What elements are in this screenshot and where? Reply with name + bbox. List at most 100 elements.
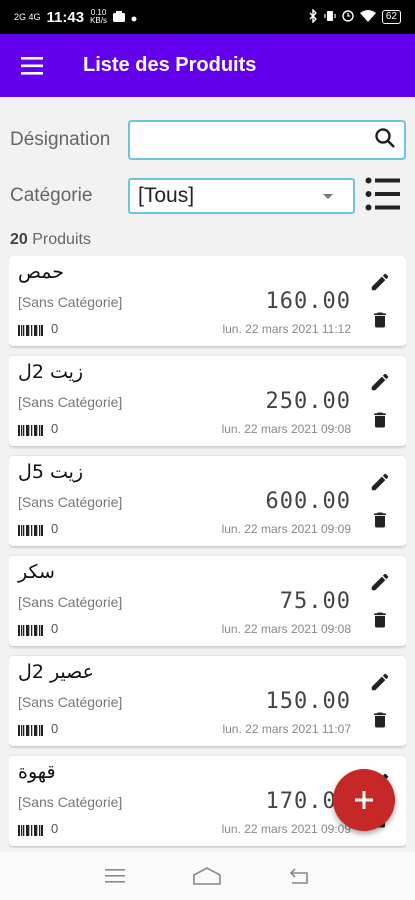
product-list[interactable]: حمص [Sans Catégorie] 160.00 0 lun. 22 mars 2… [9, 256, 406, 848]
barcode-count: 0 [51, 521, 59, 536]
barcode-indicator [18, 723, 43, 736]
product-card[interactable]: حمص [Sans Catégorie] 160.00 0 lun. 22 mars 2… [9, 256, 406, 346]
product-price: 600.00 [265, 489, 351, 514]
list-view-icon [365, 177, 400, 211]
barcode-indicator [18, 523, 43, 536]
product-category: [Sans Catégorie] [18, 594, 123, 610]
delete-button[interactable] [366, 706, 394, 734]
nav-recents-button[interactable] [101, 861, 131, 891]
barcode-count: 0 [51, 421, 59, 436]
wifi-icon [359, 9, 376, 25]
vibrate-icon [324, 10, 336, 25]
edit-button[interactable] [366, 568, 394, 596]
product-count: 20 Produits [10, 231, 91, 249]
barcode-count: 0 [51, 621, 59, 636]
delete-button[interactable] [366, 506, 394, 534]
barcode-count: 0 [51, 721, 59, 736]
product-card[interactable]: زيت 5ل [Sans Catégorie] 600.00 0 lun. 22 mar… [9, 456, 406, 546]
battery-indicator: 62 [381, 10, 401, 24]
edit-button[interactable] [366, 468, 394, 496]
nav-back-button[interactable] [284, 861, 314, 891]
barcode-icon [18, 825, 43, 836]
app-bar: Liste des Produits [0, 34, 415, 97]
product-card[interactable]: سكر [Sans Catégorie] 75.00 0 lun. 22 mars 20… [9, 556, 406, 646]
net-speed-unit: KB/s [90, 16, 107, 25]
product-price: 150.00 [265, 689, 351, 714]
barcode-indicator [18, 823, 43, 836]
product-date: lun. 22 mars 2021 09:08 [221, 422, 351, 436]
trash-icon [374, 512, 386, 528]
pencil-icon [371, 373, 389, 391]
product-price: 250.00 [265, 389, 351, 414]
barcode-indicator [18, 623, 43, 636]
edit-button[interactable] [366, 368, 394, 396]
hamburger-menu-icon [21, 56, 43, 75]
add-product-button[interactable] [333, 769, 395, 831]
product-price: 160.00 [265, 289, 351, 314]
product-name: حمص [18, 261, 65, 283]
barcode-icon [18, 525, 43, 536]
list-view-button[interactable] [364, 176, 404, 216]
product-category: [Sans Catégorie] [18, 694, 123, 710]
alarm-icon [342, 9, 354, 25]
product-name: قهوة [18, 761, 56, 783]
barcode-count: 0 [51, 321, 59, 336]
product-name: سكر [18, 561, 55, 583]
notification-icon [112, 10, 125, 25]
category-label: Catégorie [10, 185, 93, 206]
product-category: [Sans Catégorie] [18, 794, 123, 810]
bluetooth-icon [309, 7, 318, 26]
barcode-indicator [18, 323, 43, 336]
product-date: lun. 22 mars 2021 11:12 [222, 322, 351, 336]
product-name: زيت 2ل [18, 361, 84, 383]
barcode-icon [18, 725, 43, 736]
barcode-count: 0 [51, 821, 59, 836]
system-nav-bar [0, 852, 415, 900]
page-title: Liste des Produits [83, 54, 257, 76]
delete-button[interactable] [366, 606, 394, 634]
product-card[interactable]: زيت 2ل [Sans Catégorie] 250.00 0 lun. 22 mar… [9, 356, 406, 446]
pencil-icon [371, 573, 389, 591]
category-selected-value: [Tous] [138, 184, 195, 207]
product-date: lun. 22 mars 2021 11:07 [222, 722, 351, 736]
home-icon [193, 867, 222, 885]
trash-icon [374, 712, 386, 728]
pencil-icon [371, 273, 389, 291]
back-icon [290, 868, 308, 884]
product-card[interactable]: عصير 2ل [Sans Catégorie] 150.00 0 lun. 22 ma… [9, 656, 406, 746]
product-category: [Sans Catégorie] [18, 294, 123, 310]
delete-button[interactable] [366, 406, 394, 434]
search-icon[interactable] [374, 127, 396, 154]
designation-label: Désignation [10, 129, 111, 150]
trash-icon [374, 312, 386, 328]
dot-icon [131, 10, 137, 25]
barcode-icon [18, 625, 43, 636]
pencil-icon [371, 673, 389, 691]
product-name: عصير 2ل [18, 661, 94, 683]
barcode-icon [18, 425, 43, 436]
trash-icon [374, 412, 386, 428]
menu-button[interactable] [0, 34, 66, 97]
product-category: [Sans Catégorie] [18, 394, 123, 410]
signal-indicator: 2G 4G [14, 11, 41, 22]
product-category: [Sans Catégorie] [18, 494, 123, 510]
product-price: 75.00 [279, 589, 351, 614]
chevron-down-icon [323, 194, 333, 199]
pencil-icon [371, 473, 389, 491]
product-date: lun. 22 mars 2021 09:08 [221, 622, 351, 636]
status-bar: 2G 4G 11:43 0.10 KB/s 62 [0, 0, 415, 34]
barcode-indicator [18, 423, 43, 436]
recents-icon [104, 869, 125, 883]
product-date: lun. 22 mars 2021 09:09 [221, 522, 351, 536]
trash-icon [374, 612, 386, 628]
nav-home-button[interactable] [192, 861, 222, 891]
category-select[interactable]: [Tous] [128, 178, 355, 214]
edit-button[interactable] [366, 268, 394, 296]
product-count-label: Produits [32, 231, 91, 248]
edit-button[interactable] [366, 668, 394, 696]
product-date: lun. 22 mars 2021 09:09 [221, 822, 351, 836]
delete-button[interactable] [366, 306, 394, 334]
barcode-icon [18, 325, 43, 336]
designation-search-input[interactable] [128, 120, 406, 160]
plus-icon [355, 791, 373, 809]
